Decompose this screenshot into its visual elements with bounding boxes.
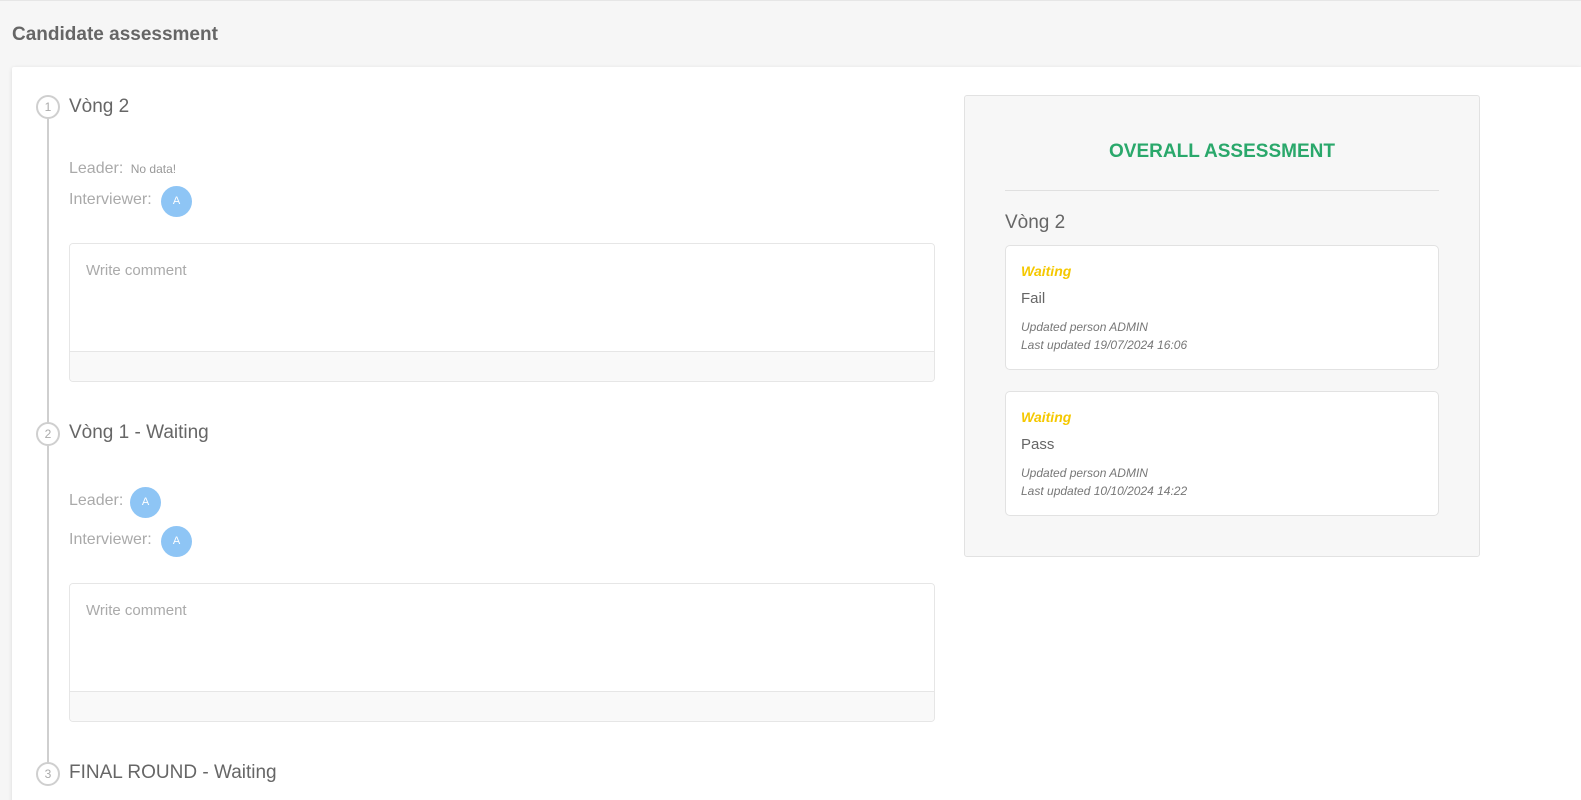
status-badge: Waiting [1021,263,1072,279]
comment-input[interactable] [70,244,934,351]
leader-row-1: Leader: No data! [69,160,176,178]
assessment-entry: Waiting Pass Updated person ADMIN Last u… [1005,391,1439,516]
updated-at: Last updated 19/07/2024 16:06 [1021,338,1188,352]
status-badge: Waiting [1021,409,1072,425]
comment-input[interactable] [70,584,934,691]
overall-assessment-title: OVERALL ASSESSMENT [1109,141,1335,162]
comment-box-1 [69,243,935,382]
updated-at: Last updated 10/10/2024 14:22 [1021,484,1188,498]
round-title-3: FINAL ROUND - Waiting [69,762,277,783]
interviewer-label-2: Interviewer: [69,531,152,548]
comment-box-2 [69,583,935,722]
updated-by: Updated person ADMIN [1021,320,1148,334]
step-number-2: 2 [36,422,60,446]
overall-assessment-panel: OVERALL ASSESSMENT Vòng 2 Waiting Fail U… [964,95,1480,557]
top-divider [0,0,1581,1]
interviewer-avatar[interactable]: A [161,186,192,217]
interviewer-avatar[interactable]: A [161,526,192,557]
assessment-result: Fail [1021,290,1046,307]
comment-toolbar [70,351,934,381]
step-number-3: 3 [36,762,60,786]
leader-label: Leader: [69,160,124,177]
comment-toolbar [70,691,934,721]
updated-by: Updated person ADMIN [1021,466,1148,480]
interviewer-label-1: Interviewer: [69,191,152,208]
assessment-result: Pass [1021,436,1055,453]
round-title-2: Vòng 1 - Waiting [69,422,209,443]
round-title-1: Vòng 2 [69,96,130,117]
timeline-line [47,118,49,778]
summary-round-title: Vòng 2 [1005,212,1066,233]
leader-label-2: Leader: [69,492,124,509]
leader-no-data: No data! [130,162,177,176]
page-title: Candidate assessment [12,24,218,45]
summary-divider [1005,190,1439,191]
leader-avatar[interactable]: A [130,487,161,518]
step-number-1: 1 [36,95,60,119]
assessment-entry: Waiting Fail Updated person ADMIN Last u… [1005,245,1439,370]
